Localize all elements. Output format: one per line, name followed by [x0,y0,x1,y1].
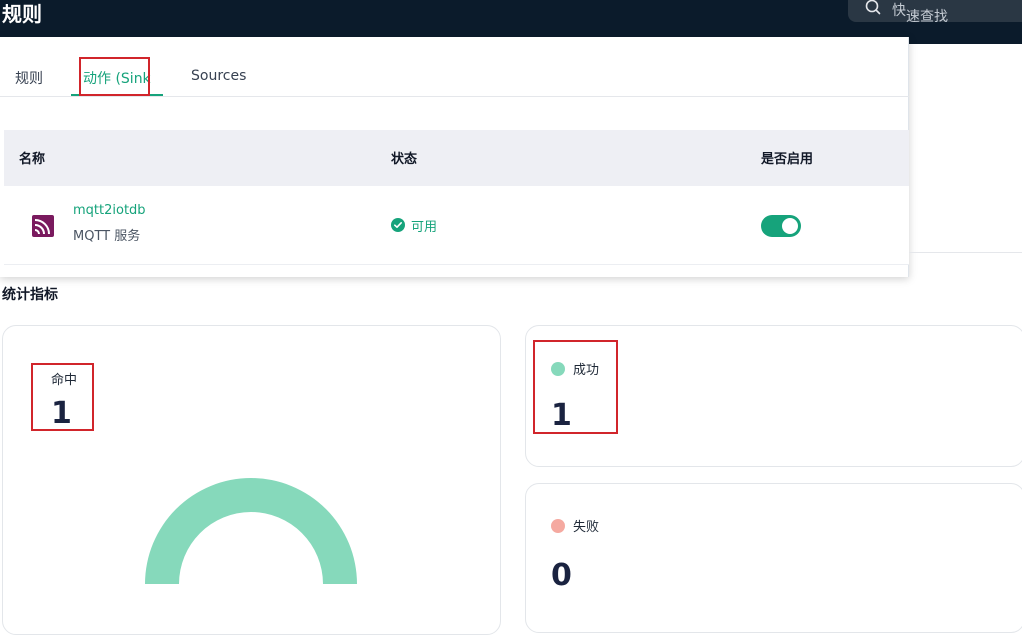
search-placeholder-a: 快 [892,3,906,19]
column-header-name: 名称 [19,152,46,167]
hit-card: 命中 1 [2,325,501,635]
highlight-box [533,340,618,434]
search-icon [865,0,881,15]
sink-name-link[interactable]: mqtt2iotdb [73,203,146,218]
sink-type: MQTT 服务 [73,229,141,244]
divider [909,252,1022,253]
mqtt-rss-icon [32,215,54,237]
fail-card: 失败 0 [525,483,1022,633]
highlight-box [31,363,94,431]
hit-gauge [145,478,357,584]
check-circle-icon [391,218,405,232]
tab-bar: 规则 动作 (Sink Sources [0,37,909,97]
fail-dot-icon [551,519,565,533]
toggle-knob [782,218,798,234]
metrics-section-title: 统计指标 [2,287,58,303]
sink-panel: 规则 动作 (Sink Sources 名称 状态 是否启用 mqtt2iotd… [0,37,909,277]
column-header-status: 状态 [391,152,418,167]
tab-rules[interactable]: 规则 [15,68,43,88]
search-placeholder-b: 速查找 [906,9,948,25]
status-badge: 可用 [411,220,438,235]
column-header-enabled: 是否启用 [761,152,814,167]
page-title: 规则 [2,2,42,26]
fail-label: 失败 [573,520,600,535]
enable-toggle[interactable] [761,215,801,237]
highlight-box [79,57,150,96]
tab-sources[interactable]: Sources [191,68,246,84]
success-card: 成功 1 [525,325,1022,467]
fail-value: 0 [551,558,572,593]
